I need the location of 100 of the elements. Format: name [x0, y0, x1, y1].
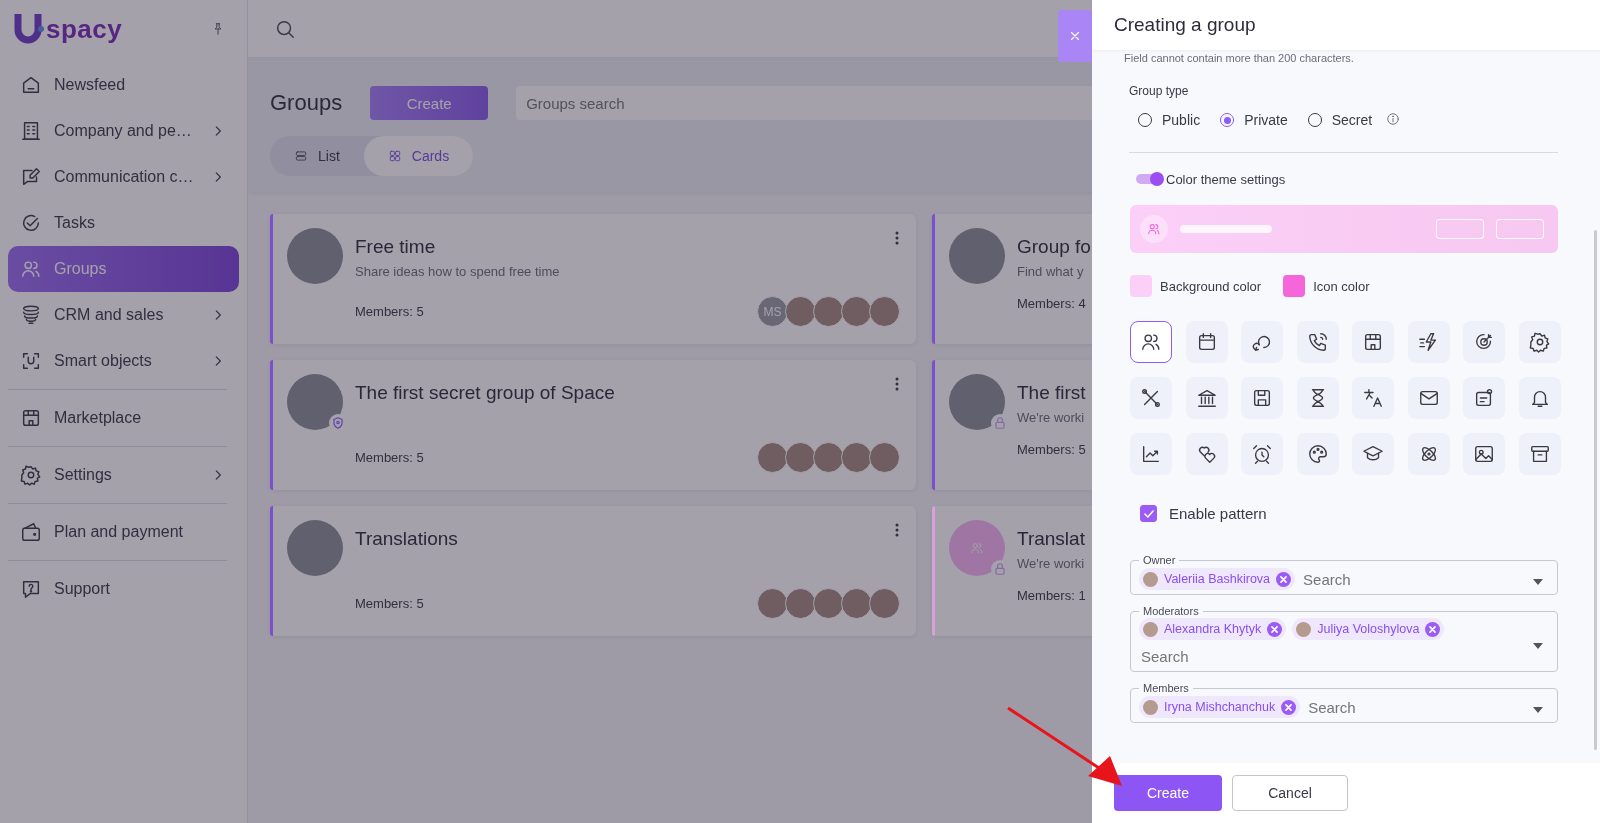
- create-button[interactable]: Create: [1114, 775, 1222, 811]
- card-title: Group fo: [1017, 236, 1091, 258]
- person-chip[interactable]: Valeriia Bashkirova: [1139, 568, 1296, 590]
- chat-pen-icon: [20, 166, 42, 188]
- icon-option[interactable]: [1463, 377, 1505, 419]
- select-field[interactable]: Members Iryna Mishchanchuk Search: [1130, 682, 1558, 723]
- remove-icon[interactable]: [1281, 699, 1297, 715]
- grid-icon: [387, 149, 402, 163]
- color-picker[interactable]: Background color: [1130, 275, 1262, 297]
- icon-option[interactable]: [1407, 321, 1450, 363]
- view-tab[interactable]: List: [270, 136, 364, 176]
- icon-option[interactable]: [1296, 321, 1339, 363]
- photo-placeholder: [1143, 571, 1158, 587]
- group-type-label: Group type: [1129, 84, 1190, 98]
- more-icon[interactable]: [894, 522, 900, 538]
- remove-icon[interactable]: [1425, 621, 1441, 637]
- member-avatar: [785, 588, 816, 619]
- icon-option[interactable]: [1352, 377, 1394, 419]
- member-avatar: [757, 442, 788, 473]
- nav-item[interactable]: Communication c…: [8, 154, 239, 200]
- icon-option[interactable]: [1296, 377, 1339, 419]
- icon-option[interactable]: [1296, 433, 1339, 475]
- nav-item[interactable]: CRM and sales: [8, 292, 239, 338]
- select-field[interactable]: Owner Valeriia Bashkirova Search: [1130, 554, 1558, 595]
- logo-mark-icon: [14, 12, 44, 46]
- people-icon: [970, 541, 984, 555]
- person-chip[interactable]: Juliya Voloshylova: [1292, 618, 1445, 640]
- icon-option[interactable]: [1241, 433, 1283, 475]
- field-hint: Field cannot contain more than 200 characters.: [1124, 52, 1355, 64]
- checkbox-label: Enable pattern: [1169, 505, 1267, 522]
- member-avatar: [785, 296, 816, 327]
- more-icon[interactable]: [894, 230, 900, 246]
- select-field[interactable]: Moderators Alexandra Khytyk Juliya Voloshylova Search: [1130, 605, 1558, 672]
- icon-option[interactable]: [1185, 321, 1228, 363]
- panel-title: Creating a group: [1114, 14, 1256, 36]
- image-icon: [1473, 443, 1495, 465]
- icon-option[interactable]: [1463, 433, 1505, 475]
- nav-item[interactable]: Tasks: [8, 200, 239, 246]
- building-icon: [20, 120, 42, 142]
- nav-item[interactable]: Groups: [8, 246, 239, 292]
- icon-option[interactable]: [1352, 433, 1394, 475]
- nav-item[interactable]: Company and pe…: [8, 108, 239, 154]
- chip-name: Valeriia Bashkirova: [1164, 572, 1271, 586]
- store-icon: [20, 407, 42, 429]
- remove-icon[interactable]: [1267, 621, 1283, 637]
- icon-option[interactable]: [1241, 377, 1283, 419]
- color-picker[interactable]: Icon color: [1283, 275, 1370, 297]
- toggle-switch[interactable]: [1136, 171, 1164, 187]
- member-avatar: MS: [757, 296, 788, 327]
- store-icon: [1362, 331, 1384, 353]
- icon-option[interactable]: [1130, 321, 1172, 363]
- card-title: The first secret group of Space: [355, 382, 615, 404]
- scrollbar[interactable]: [1594, 230, 1597, 750]
- icon-option[interactable]: [1518, 433, 1561, 475]
- card-description: We're worki: [1017, 556, 1085, 571]
- icon-option[interactable]: [1130, 377, 1172, 419]
- member-avatar: [869, 442, 900, 473]
- people-icon: [1147, 222, 1161, 236]
- nav-item[interactable]: Marketplace: [8, 395, 239, 441]
- member-avatar: [841, 588, 872, 619]
- people-icon: [1140, 331, 1162, 353]
- member-avatar: [757, 588, 788, 619]
- logo-text: spacy: [46, 13, 123, 45]
- group-card[interactable]: Free time Share ideas how to spend free time Members: 5 MS: [270, 214, 916, 344]
- nav-item[interactable]: Support: [8, 566, 239, 612]
- chip-name: Iryna Mishchanchuk: [1164, 700, 1276, 714]
- caret-icon: [1533, 707, 1543, 713]
- view-tab[interactable]: Cards: [363, 136, 474, 176]
- person-chip[interactable]: Alexandra Khytyk: [1139, 618, 1287, 640]
- card-title: Translat: [1017, 528, 1085, 550]
- group-card[interactable]: Translations Members: 5: [270, 506, 916, 636]
- icon-option[interactable]: [1518, 321, 1561, 363]
- nav-item[interactable]: Settings: [8, 452, 239, 498]
- group-card[interactable]: The first secret group of Space Members: 5: [270, 360, 916, 490]
- archive-icon: [1528, 443, 1551, 465]
- icon-option[interactable]: [1352, 321, 1394, 363]
- create-button[interactable]: Create: [370, 86, 489, 120]
- icon-option[interactable]: [1407, 377, 1450, 419]
- icon-option[interactable]: [1185, 433, 1228, 475]
- photo-placeholder: [1296, 621, 1312, 637]
- nav-item[interactable]: Newsfeed: [8, 62, 239, 108]
- remove-icon[interactable]: [1276, 571, 1292, 587]
- person-chip[interactable]: Iryna Mishchanchuk: [1139, 696, 1301, 718]
- member-avatar: [813, 442, 844, 473]
- icon-option[interactable]: [1185, 377, 1228, 419]
- icon-option[interactable]: [1130, 433, 1172, 475]
- caret-icon: [1533, 643, 1543, 649]
- cancel-button[interactable]: Cancel: [1232, 775, 1348, 811]
- list-icon: [294, 149, 308, 163]
- nav-item[interactable]: Smart objects: [8, 338, 239, 384]
- icon-option[interactable]: [1518, 377, 1561, 419]
- icon-option[interactable]: [1407, 433, 1450, 475]
- member-avatar: [841, 296, 872, 327]
- icon-option[interactable]: [1241, 321, 1283, 363]
- nav-item[interactable]: Plan and payment: [8, 509, 239, 555]
- member-avatar: [841, 442, 872, 473]
- icon-option[interactable]: [1463, 321, 1505, 363]
- more-icon[interactable]: [894, 376, 900, 392]
- toggle-label: Color theme settings: [1166, 171, 1286, 187]
- checkbox[interactable]: [1140, 505, 1157, 522]
